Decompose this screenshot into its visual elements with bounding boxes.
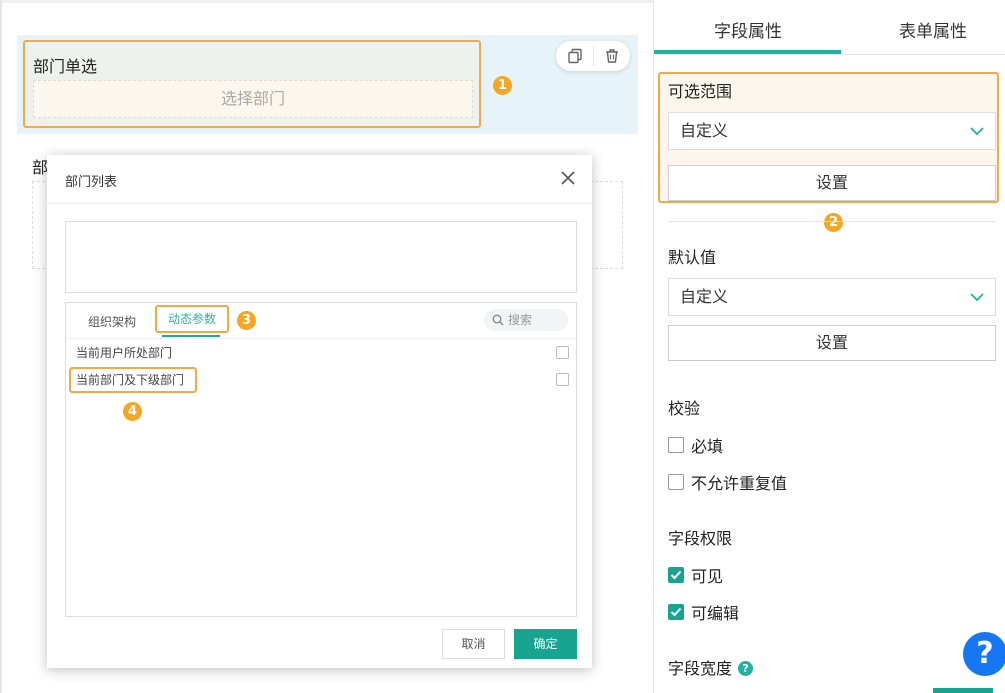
list-item[interactable]: 当前部门及下级部门	[69, 367, 197, 393]
editable-checkbox[interactable]	[668, 604, 684, 620]
default-value-select[interactable]: 自定义	[668, 278, 996, 316]
panel-tab-border	[654, 54, 1005, 55]
help-button[interactable]: ?	[963, 632, 1005, 676]
select-department-input[interactable]: 选择部门	[33, 80, 473, 118]
field-actions	[556, 41, 630, 71]
close-button[interactable]	[559, 169, 577, 187]
visible-checkbox[interactable]	[668, 567, 684, 583]
validation-title: 校验	[668, 399, 701, 418]
step-badge-3: 3	[237, 311, 256, 330]
no-duplicate-label: 不允许重复值	[691, 474, 788, 493]
tab-org-structure[interactable]: 组织架构	[88, 313, 136, 330]
check-icon	[670, 607, 682, 617]
required-checkbox[interactable]	[668, 437, 684, 453]
department-single-select-field[interactable]: 部门单选 选择部门	[23, 40, 481, 128]
second-field-title: 部	[32, 158, 49, 177]
field-permission-title: 字段权限	[668, 529, 733, 548]
cancel-button[interactable]: 取消	[442, 629, 505, 659]
section-divider	[668, 221, 996, 222]
copy-icon	[567, 48, 582, 64]
required-label: 必填	[691, 437, 724, 456]
chevron-down-icon	[970, 127, 984, 136]
list-item-checkbox[interactable]	[556, 346, 569, 359]
tab-form-properties[interactable]: 表单属性	[899, 17, 967, 42]
chevron-down-icon	[970, 293, 984, 302]
tab-dynamic-params[interactable]: 动态参数	[155, 305, 229, 333]
no-duplicate-checkbox[interactable]	[668, 474, 684, 490]
canvas-left-border	[0, 0, 2, 693]
tab-field-properties[interactable]: 字段属性	[714, 17, 782, 42]
search-icon	[492, 314, 504, 326]
selected-departments-area	[65, 221, 577, 293]
list-item[interactable]: 当前用户所处部门	[76, 344, 172, 361]
step-badge-2: 2	[824, 213, 843, 232]
search-placeholder: 搜索	[508, 313, 533, 327]
delete-button[interactable]	[593, 41, 630, 71]
required-checkbox-row[interactable]: 必填	[668, 433, 723, 457]
step-badge-4: 4	[123, 402, 142, 421]
step-badge-1: 1	[493, 76, 512, 95]
confirm-button[interactable]: 确定	[514, 629, 577, 659]
visible-label: 可见	[691, 567, 724, 586]
visible-checkbox-row[interactable]: 可见	[668, 563, 723, 587]
field-width-label: 字段宽度	[668, 659, 733, 678]
dialog-header-divider	[47, 203, 592, 204]
search-input[interactable]: 搜索	[484, 309, 568, 331]
scope-select[interactable]: 自定义	[668, 112, 996, 150]
default-select-value: 自定义	[680, 287, 729, 306]
list-item-checkbox[interactable]	[556, 373, 569, 386]
field-width-title: 字段宽度?	[668, 655, 754, 679]
close-icon	[561, 171, 575, 185]
copy-button[interactable]	[556, 41, 593, 71]
scope-set-button[interactable]: 设置	[668, 165, 996, 201]
scope-title: 可选范围	[668, 82, 733, 101]
no-duplicate-checkbox-row[interactable]: 不允许重复值	[668, 470, 787, 494]
trash-icon	[605, 49, 618, 63]
width-option-accent[interactable]	[933, 688, 993, 693]
dialog-title: 部门列表	[65, 175, 118, 190]
default-set-button[interactable]: 设置	[668, 325, 996, 361]
form-canvas: 部门单选 选择部门 1 部 部门列表 组织架构 动态参数 3 搜索 当前用户所处…	[0, 0, 653, 693]
department-list-dialog: 部门列表 组织架构 动态参数 3 搜索 当前用户所处部门 当前部门及下级部门 4…	[47, 155, 592, 668]
default-value-title: 默认值	[668, 248, 717, 267]
properties-panel: 字段属性 表单属性 可选范围 自定义 设置 2 默认值 自定义 设置 校验 必填…	[653, 0, 1005, 693]
canvas-top-border	[0, 0, 653, 3]
check-icon	[670, 570, 682, 580]
list-header-divider	[66, 338, 576, 339]
scope-select-value: 自定义	[680, 121, 729, 140]
field-title: 部门单选	[33, 57, 98, 76]
question-icon[interactable]: ?	[738, 661, 754, 676]
editable-label: 可编辑	[691, 604, 740, 623]
editable-checkbox-row[interactable]: 可编辑	[668, 600, 739, 624]
active-tab-indicator	[162, 335, 220, 337]
department-list-panel: 组织架构 动态参数 3 搜索 当前用户所处部门 当前部门及下级部门 4	[65, 302, 577, 617]
active-tab-indicator	[654, 50, 841, 54]
